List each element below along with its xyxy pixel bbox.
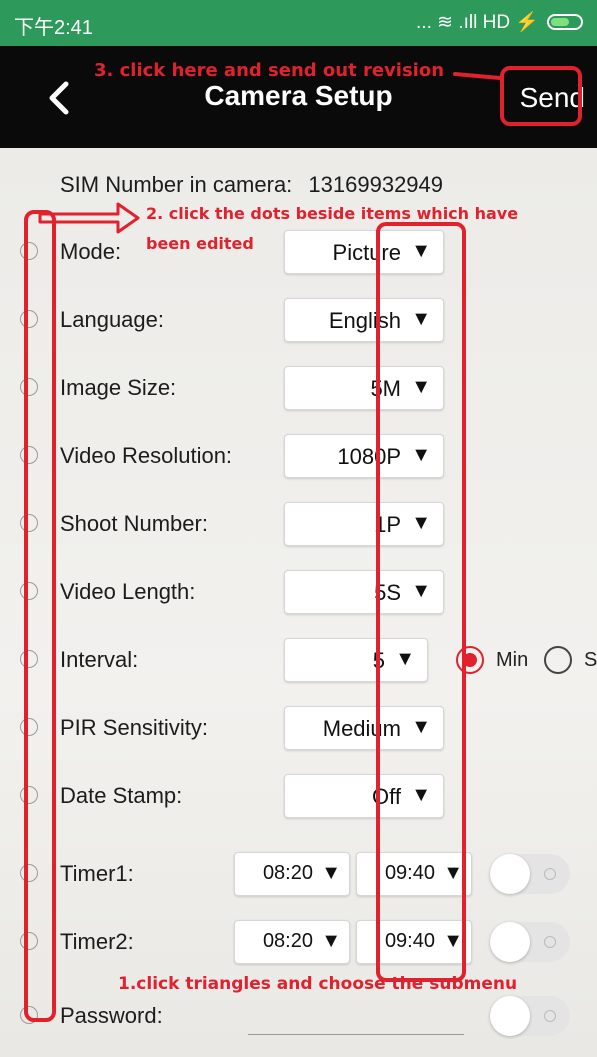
- setting-label: Mode:: [60, 239, 122, 264]
- setting-label: Language:: [60, 307, 164, 332]
- timer1-toggle[interactable]: [490, 854, 570, 894]
- setting-row-password: Password:: [0, 994, 597, 1038]
- setting-label: Video Resolution:: [60, 443, 233, 468]
- password-toggle[interactable]: [490, 996, 570, 1036]
- annotation-step3: 3. click here and send out revision: [94, 60, 445, 81]
- triangles-highlight-box: [376, 222, 466, 982]
- annotation-step2-line2: been edited: [146, 234, 254, 253]
- setting-row-pir-sensitivity: PIR Sensitivity: Medium ▼: [0, 706, 597, 750]
- dots-highlight-box: [24, 210, 56, 1022]
- unit-label-min: Min: [496, 649, 529, 671]
- annotation-step1: 1.click triangles and choose the submenu: [118, 974, 518, 994]
- interval-unit-s-radio[interactable]: [544, 646, 572, 674]
- setting-row-mode: Mode: Picture ▼: [0, 230, 597, 274]
- sim-number-row: SIM Number in camera: 13169932949: [60, 172, 443, 198]
- sim-label: SIM Number in camera:: [60, 172, 293, 197]
- setting-label: Image Size:: [60, 375, 177, 400]
- setting-label: Interval:: [60, 647, 139, 672]
- status-bar: 下午2:41 ... ≋ .ıll HD ⚡: [0, 0, 597, 46]
- password-underline: [248, 1034, 464, 1035]
- network-icons: ... ≋ .ıll HD ⚡: [416, 12, 539, 33]
- password-input[interactable]: [248, 1000, 464, 1034]
- setting-row-language: Language: English ▼: [0, 298, 597, 342]
- select-value: 08:20: [262, 862, 313, 884]
- timer1-start-select[interactable]: 08:20 ▼: [234, 852, 350, 896]
- setting-row-video-length: Video Length: 5S ▼: [0, 570, 597, 614]
- setting-label: Shoot Number:: [60, 511, 208, 536]
- setting-label: Timer1:: [60, 861, 134, 886]
- timer2-start-select[interactable]: 08:20 ▼: [234, 920, 350, 964]
- battery-icon: [547, 14, 583, 30]
- setting-label: PIR Sensitivity:: [60, 715, 208, 740]
- timer2-toggle[interactable]: [490, 922, 570, 962]
- setting-row-timer2: Timer2: 08:20 ▼ 09:40 ▼: [0, 920, 597, 964]
- setting-row-image-size: Image Size: 5M ▼: [0, 366, 597, 410]
- setting-label: Password:: [60, 1003, 163, 1028]
- unit-label-s: S: [584, 649, 597, 671]
- select-value: 08:20: [262, 930, 313, 952]
- dropdown-triangle-icon[interactable]: ▼: [321, 862, 341, 885]
- settings-form: SIM Number in camera: 13169932949 Mode: …: [0, 148, 597, 1057]
- annotation-step2-line1: 2. click the dots beside items which hav…: [146, 204, 519, 223]
- setting-label: Timer2:: [60, 929, 134, 954]
- status-time: 下午2:41: [14, 17, 93, 39]
- setting-row-timer1: Timer1: 08:20 ▼ 09:40 ▼: [0, 852, 597, 896]
- setting-row-video-resolution: Video Resolution: 1080P ▼: [0, 434, 597, 478]
- setting-label: Date Stamp:: [60, 783, 183, 808]
- sim-number-value: 13169932949: [308, 172, 444, 197]
- setting-row-date-stamp: Date Stamp: Off ▼: [0, 774, 597, 818]
- dropdown-triangle-icon[interactable]: ▼: [321, 930, 341, 953]
- setting-row-shoot-number: Shoot Number: 1P ▼: [0, 502, 597, 546]
- setting-label: Video Length:: [60, 579, 196, 604]
- status-icons: ... ≋ .ıll HD ⚡: [416, 10, 583, 34]
- setting-row-interval: Interval: 5 ▼ Min S: [0, 638, 597, 682]
- send-highlight-box: [500, 66, 582, 126]
